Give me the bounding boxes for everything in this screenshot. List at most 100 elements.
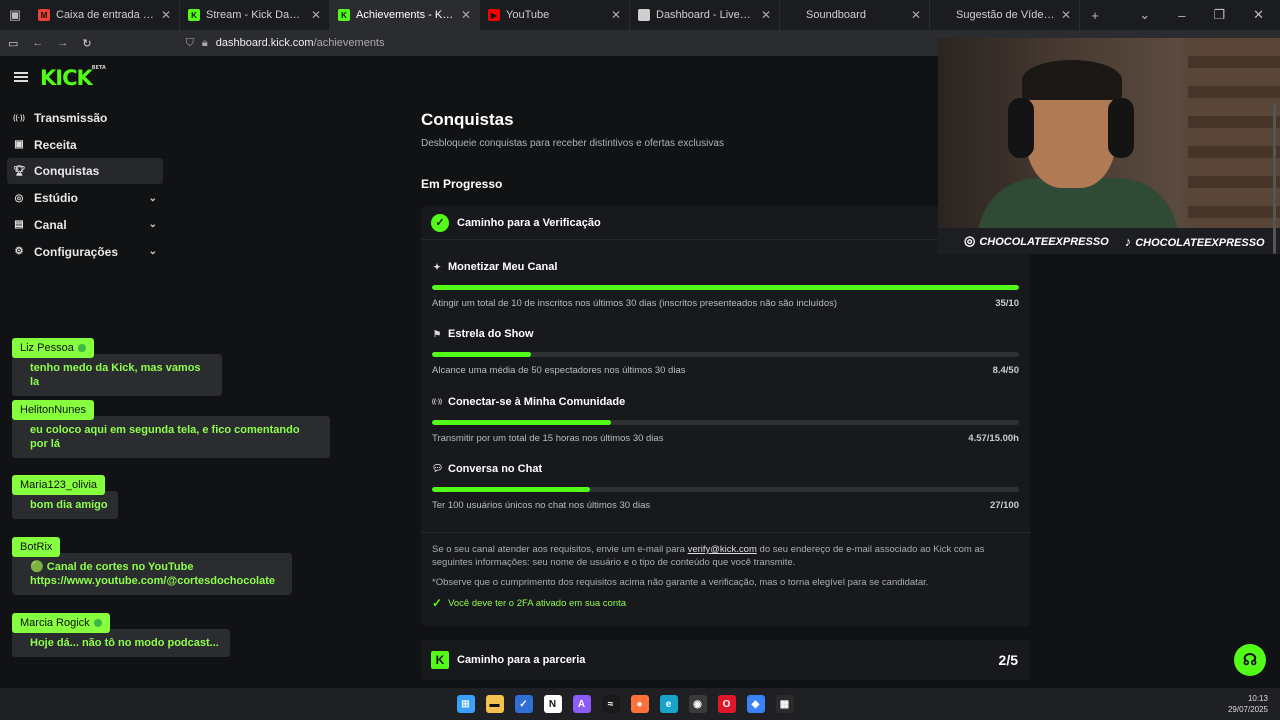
url-field[interactable]: ⛉ 🔒︎ dashboard.kick.com/achievements bbox=[186, 37, 385, 50]
window-controls: ⌄ – ❐ ✕ bbox=[1139, 7, 1280, 23]
sidebar-item-label: Estúdio bbox=[34, 191, 78, 206]
chat-message-text: bom dia amigo bbox=[12, 491, 118, 519]
affinity-icon[interactable]: A bbox=[572, 695, 591, 713]
chat-username[interactable]: HelitonNunes bbox=[12, 400, 95, 420]
close-tab-icon[interactable]: ✕ bbox=[761, 8, 771, 22]
calendar-icon[interactable]: ▦ bbox=[775, 695, 794, 713]
kick-icon: K bbox=[338, 9, 350, 21]
chat-username[interactable]: Marcia Rogick bbox=[12, 613, 110, 633]
chat-message: Maria123_olivia bom dia amigo bbox=[12, 475, 118, 519]
achievement-detail: Atingir um total de 10 de inscritos nos … bbox=[432, 298, 1019, 309]
windows-start-icon[interactable]: ⊞ bbox=[456, 695, 475, 713]
sidebar-toggle-icon[interactable]: ▭ bbox=[8, 37, 18, 50]
new-tab-icon[interactable]: + bbox=[1080, 0, 1110, 30]
sidebar-item-receita[interactable]: ▣ Receita bbox=[7, 132, 163, 158]
chat-message-text: tenho medo da Kick, mas vamos la bbox=[12, 354, 222, 396]
lock-icon: 🔒︎ bbox=[201, 36, 208, 49]
sidebar-item-estúdio[interactable]: ◎ Estúdio ⌄ bbox=[7, 185, 163, 211]
progress-bar bbox=[432, 419, 1019, 425]
progress-bar-fill bbox=[432, 486, 591, 492]
close-tab-icon[interactable]: ✕ bbox=[311, 8, 321, 22]
edge-icon[interactable]: e bbox=[659, 695, 678, 713]
taskbar-apps: ⊞ ▬ ✓ N A ≈ ● e ◉ O ◆ ▦ bbox=[456, 695, 794, 713]
achievement-header: 💬︎ Conversa no Chat bbox=[432, 463, 1019, 475]
achievement-progress-value: 4.57/15.00h bbox=[968, 432, 1019, 444]
reload-icon[interactable]: ↻ bbox=[82, 37, 91, 50]
verify-email-link[interactable]: verify@kick.com bbox=[688, 544, 757, 555]
browser-tab[interactable]: K Stream - Kick Dashboard ✕ bbox=[180, 0, 330, 30]
obs-icon[interactable]: ◉ bbox=[688, 695, 707, 713]
todo-icon[interactable]: ✓ bbox=[514, 695, 533, 713]
file-explorer-icon[interactable]: ▬ bbox=[485, 695, 504, 713]
tiktok-icon: ♪ bbox=[1124, 233, 1132, 249]
back-icon[interactable]: ← bbox=[32, 37, 43, 49]
browser-tab-bar: ▣ M Caixa de entrada - hudsonfabio ✕ K Strea… bbox=[0, 0, 1280, 30]
browser-tab[interactable]: K Achievements - Kick Dashboard ✕ bbox=[330, 0, 480, 30]
achievement-progress-value: 8.4/50 bbox=[992, 365, 1019, 377]
close-tab-icon[interactable]: ✕ bbox=[161, 8, 171, 22]
chat-message: Marcia Rogick Hoje dá... não tô no modo p… bbox=[12, 613, 230, 657]
shield-icon[interactable]: ⛉ bbox=[186, 37, 194, 50]
tab-search-icon[interactable]: ⌄ bbox=[1139, 7, 1150, 23]
close-tab-icon[interactable]: ✕ bbox=[1061, 8, 1071, 22]
dev-app-icon[interactable]: ◆ bbox=[746, 695, 765, 713]
chat-icon: 💬︎ bbox=[432, 463, 444, 474]
chat-message-text: 🟢 Canal de cortes no YouTube https://www… bbox=[12, 553, 292, 595]
system-clock[interactable]: 10:13 29/07/2025 bbox=[1228, 693, 1268, 715]
firefox-icon[interactable]: ● bbox=[630, 695, 649, 713]
partner-card[interactable]: K Caminho para a parceria 2/5 bbox=[421, 640, 1030, 680]
maximize-icon[interactable]: ❐ bbox=[1213, 7, 1225, 23]
webcam-shelf bbox=[1188, 38, 1280, 228]
chat-message: Liz Pessoa tenho medo da Kick, mas vamos … bbox=[12, 338, 222, 396]
blank-favicon-icon bbox=[788, 9, 800, 21]
browser-tab[interactable]: M Caixa de entrada - hudsonfabio ✕ bbox=[30, 0, 180, 30]
gmail-icon: M bbox=[38, 9, 50, 21]
achievement-item: ⚑ Estrela do Show Alcance uma média de 50 … bbox=[432, 328, 1019, 376]
tab-title: Caixa de entrada - hudsonfabio bbox=[56, 9, 155, 21]
sidebar-item-canal[interactable]: ▤ Canal ⌄ bbox=[7, 212, 163, 238]
close-tab-icon[interactable]: ✕ bbox=[461, 8, 471, 22]
browser-tab[interactable]: Soundboard ✕ bbox=[780, 0, 930, 30]
close-window-icon[interactable]: ✕ bbox=[1253, 7, 1264, 23]
browser-tab[interactable]: ▶ YouTube ✕ bbox=[480, 0, 630, 30]
help-button[interactable]: ☊ bbox=[1234, 644, 1266, 676]
sidebar-item-conquistas[interactable]: 🏆︎ Conquistas bbox=[7, 158, 163, 185]
sidebar-item-transmissão[interactable]: ((·)) Transmissão bbox=[7, 105, 163, 131]
tab-title: Achievements - Kick Dashboard bbox=[356, 9, 455, 21]
achievement-detail: Ter 100 usuários únicos no chat nos últi… bbox=[432, 500, 1019, 511]
close-tab-icon[interactable]: ✕ bbox=[911, 8, 921, 22]
browser-tab[interactable]: Dashboard - LivePix ✕ bbox=[630, 0, 780, 30]
sidebar-item-label: Configurações bbox=[34, 244, 119, 259]
chat-username-text: HelitonNunes bbox=[20, 404, 87, 416]
achievement-title: Conectar-se à Minha Comunidade bbox=[448, 395, 626, 408]
chat-username[interactable]: Liz Pessoa bbox=[12, 338, 94, 358]
audio-app-icon[interactable]: ≈ bbox=[601, 695, 620, 713]
achievement-title: Conversa no Chat bbox=[448, 462, 543, 475]
tab-strip: M Caixa de entrada - hudsonfabio ✕ K Stream … bbox=[30, 0, 1080, 30]
achievement-title: Estrela do Show bbox=[448, 328, 534, 341]
close-tab-icon[interactable]: ✕ bbox=[611, 8, 621, 22]
scrollbar[interactable] bbox=[1273, 104, 1276, 254]
minimize-icon[interactable]: – bbox=[1178, 8, 1185, 23]
sidebar-item-configurações[interactable]: ⚙ Configurações ⌄ bbox=[7, 239, 163, 265]
achievement-progress-value: 27/100 bbox=[989, 499, 1019, 511]
forward-icon[interactable]: → bbox=[57, 37, 68, 49]
chat-username[interactable]: BotRix bbox=[12, 537, 61, 557]
achievement-description: Transmitir por um total de 15 horas nos … bbox=[432, 432, 664, 444]
tab-actions-icon[interactable]: ▣ bbox=[0, 0, 30, 30]
chat-username[interactable]: Maria123_olivia bbox=[12, 475, 106, 495]
opera-icon[interactable]: O bbox=[717, 695, 736, 713]
divider bbox=[421, 532, 1030, 533]
verified-badge-icon bbox=[77, 344, 86, 353]
chevron-down-icon: ⌄ bbox=[148, 246, 157, 257]
studio-icon: ◎ bbox=[14, 192, 24, 204]
hamburger-menu-icon[interactable] bbox=[14, 72, 28, 82]
sidebar-item-label: Conquistas bbox=[34, 164, 100, 179]
achievement-header: ⚑ Estrela do Show bbox=[432, 328, 1019, 340]
sidebar: KICKBETA ((·)) Transmissão ▣ Receita 🏆︎ Conqu… bbox=[0, 56, 170, 316]
notion-icon[interactable]: N bbox=[543, 695, 562, 713]
kick-logo[interactable]: KICKBETA bbox=[40, 65, 106, 90]
sidebar-item-label: Canal bbox=[34, 217, 67, 232]
partner-count: 2/5 bbox=[998, 652, 1018, 668]
browser-tab[interactable]: Sugestão de Vídeos ✕ bbox=[930, 0, 1080, 30]
